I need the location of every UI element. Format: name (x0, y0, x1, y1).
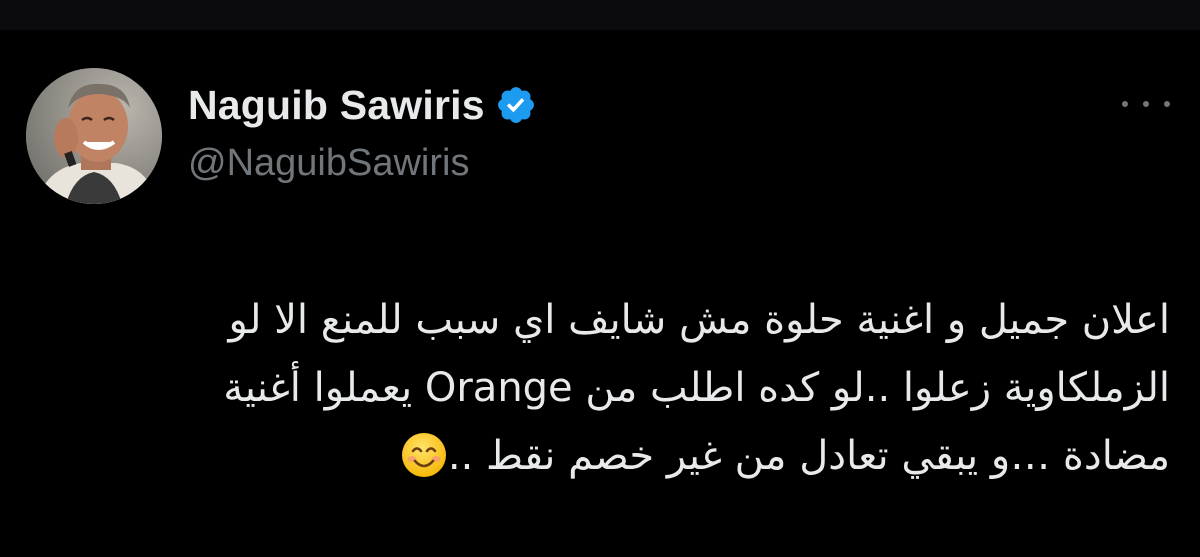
verified-badge-icon (497, 87, 534, 123)
tweet-line: الزملكاوية زعلوا ..لو كده اطلب من Orange… (223, 365, 1170, 411)
author-display-name[interactable]: Naguib Sawiris (188, 82, 485, 129)
avatar[interactable] (26, 68, 162, 204)
dot (1122, 101, 1128, 107)
author-name-row: Naguib Sawiris (188, 80, 537, 130)
tweet-card[interactable]: Naguib Sawiris @NaguibSawiris اعلان جميل… (0, 30, 1200, 557)
tweet-text: اعلان جميل و اغنية حلوة مش شايف اي سبب ل… (40, 286, 1170, 490)
dot (1143, 101, 1149, 107)
profile-photo-icon (26, 68, 162, 204)
smiling-face-emoji-icon (401, 433, 446, 477)
tweet-line: اعلان جميل و اغنية حلوة مش شايف اي سبب ل… (228, 297, 1170, 343)
top-bar (0, 0, 1200, 30)
author-handle[interactable]: @NaguibSawiris (188, 142, 469, 185)
dot (1164, 101, 1170, 107)
tweet-line-last: مضادة …و يبقي تعادل من غير خصم نقط .. (40, 422, 1170, 490)
more-options-icon[interactable] (1122, 92, 1170, 116)
tweet-line-text: مضادة …و يبقي تعادل من غير خصم نقط .. (447, 433, 1170, 479)
